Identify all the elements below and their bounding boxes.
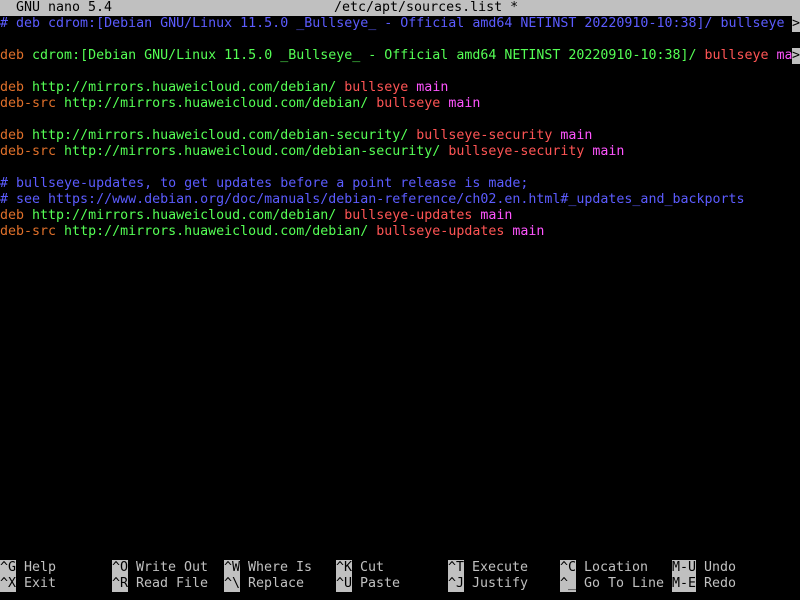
shortcut-key: ^C [560,560,577,576]
shortcut-read-file[interactable]: ^R Read File [112,576,208,592]
line-segment: bullseye [376,96,441,111]
shortcut-key: M-E [672,576,697,592]
line-segment: cdrom:[Debian GNU/Linux 11.5.0 _Bullseye… [24,48,705,63]
title-bar: GNU nano 5.4 /etc/apt/sources.list * [0,0,800,16]
line-overflow-marker: > [792,48,800,64]
line-segment: # bullseye-updates, to get updates befor… [0,176,529,191]
shortcut-label: Help [24,560,57,575]
shortcut-label: Go To Line [584,576,665,591]
shortcut-label: Justify [472,576,529,591]
file-name: /etc/apt/sources.list * [334,0,519,15]
shortcut-key: ^J [448,576,465,592]
line-segment: main [472,208,513,223]
editor-line[interactable]: deb cdrom:[Debian GNU/Linux 11.5.0 _Bull… [0,48,800,64]
shortcut-key: ^R [112,576,129,592]
shortcut-paste[interactable]: ^U Paste [336,576,400,592]
line-segment: main [552,128,593,143]
shortcut-row-2: ^X Exit ^R Read File ^\ Replace ^U Paste ^J Justi… [0,576,800,592]
editor-line[interactable]: deb-src http://mirrors.huaweicloud.com/d… [0,96,800,112]
shortcut-replace[interactable]: ^\ Replace [224,576,304,592]
shortcut-cut[interactable]: ^K Cut [336,560,384,576]
shortcut-key: ^U [336,576,353,592]
editor-line[interactable]: deb-src http://mirrors.huaweicloud.com/d… [0,144,800,160]
shortcut-label: Exit [24,576,57,591]
shortcut-label: Where Is [248,560,313,575]
line-segment: main [504,224,545,239]
shortcut-help[interactable]: ^G Help [0,560,56,576]
shortcut-key: ^W [224,560,241,576]
editor-line[interactable] [0,32,800,48]
editor-line[interactable]: deb http://mirrors.huaweicloud.com/debia… [0,128,800,144]
line-overflow-marker: > [792,16,800,32]
editor-line[interactable]: deb http://mirrors.huaweicloud.com/debia… [0,208,800,224]
shortcut-key: ^O [112,560,129,576]
nano-editor-screen: GNU nano 5.4 /etc/apt/sources.list * # d… [0,0,800,600]
line-segment: http://mirrors.huaweicloud.com/debian/ [56,224,377,239]
editor-line[interactable] [0,112,800,128]
line-segment: ma [768,48,793,63]
shortcut-where-is[interactable]: ^W Where Is [224,560,312,576]
shortcut-label: Undo [704,560,737,575]
shortcut-label: Redo [704,576,737,591]
line-segment: deb-src [0,144,57,159]
line-segment: deb [0,208,25,223]
shortcut-key: ^T [448,560,465,576]
shortcut-label: Location [584,560,649,575]
line-segment: bullseye-security [448,144,585,159]
shortcut-label: Paste [360,576,401,591]
line-segment: http://mirrors.huaweicloud.com/debian-se… [24,128,417,143]
editor-line[interactable]: # deb cdrom:[Debian GNU/Linux 11.5.0 _Bu… [0,16,800,32]
shortcut-label: Read File [136,576,209,591]
line-segment: bullseye-updates [344,208,473,223]
editor-line[interactable] [0,64,800,80]
line-segment: bullseye-updates [376,224,505,239]
shortcut-key: ^X [0,576,17,592]
editor-line[interactable] [0,160,800,176]
line-segment: deb [0,128,25,143]
shortcut-exit[interactable]: ^X Exit [0,576,56,592]
line-segment: bullseye-security [416,128,553,143]
shortcut-label: Replace [248,576,305,591]
shortcut-key: ^K [336,560,353,576]
line-segment: main [584,144,625,159]
shortcut-go-to-line[interactable]: ^_ Go To Line [560,576,664,592]
line-segment: # deb cdrom:[Debian GNU/Linux 11.5.0 _Bu… [0,16,793,31]
shortcut-key: ^_ [560,576,577,592]
shortcut-row-1: ^G Help ^O Write Out ^W Where Is ^K Cut ^T Execut… [0,560,800,576]
shortcut-key: ^G [0,560,17,576]
line-segment: http://mirrors.huaweicloud.com/debian-se… [56,144,449,159]
app-version: GNU nano 5.4 [16,0,113,15]
line-segment: # see https://www.debian.org/doc/manuals… [0,192,745,207]
shortcut-key: ^\ [224,576,241,592]
editor-line[interactable]: deb-src http://mirrors.huaweicloud.com/d… [0,224,800,240]
line-segment: http://mirrors.huaweicloud.com/debian/ [56,96,377,111]
line-segment: main [408,80,449,95]
shortcut-redo[interactable]: M-E Redo [672,576,736,592]
line-segment: deb-src [0,96,57,111]
shortcut-write-out[interactable]: ^O Write Out [112,560,208,576]
line-segment: bullseye [704,48,769,63]
shortcut-justify[interactable]: ^J Justify [448,576,528,592]
line-segment: main [440,96,481,111]
shortcut-label: Execute [472,560,529,575]
shortcut-undo[interactable]: M-U Undo [672,560,736,576]
shortcut-label: Write Out [136,560,209,575]
editor-line[interactable]: # bullseye-updates, to get updates befor… [0,176,800,192]
line-segment: http://mirrors.huaweicloud.com/debian/ [24,208,345,223]
shortcut-label: Cut [360,560,385,575]
line-segment: deb-src [0,224,57,239]
shortcut-location[interactable]: ^C Location [560,560,648,576]
line-segment: bullseye [344,80,409,95]
editor-line[interactable]: deb http://mirrors.huaweicloud.com/debia… [0,80,800,96]
shortcut-execute[interactable]: ^T Execute [448,560,528,576]
line-segment: deb [0,80,25,95]
line-segment: deb [0,48,25,63]
shortcut-key: M-U [672,560,697,576]
editor-line[interactable]: # see https://www.debian.org/doc/manuals… [0,192,800,208]
line-segment: http://mirrors.huaweicloud.com/debian/ [24,80,345,95]
